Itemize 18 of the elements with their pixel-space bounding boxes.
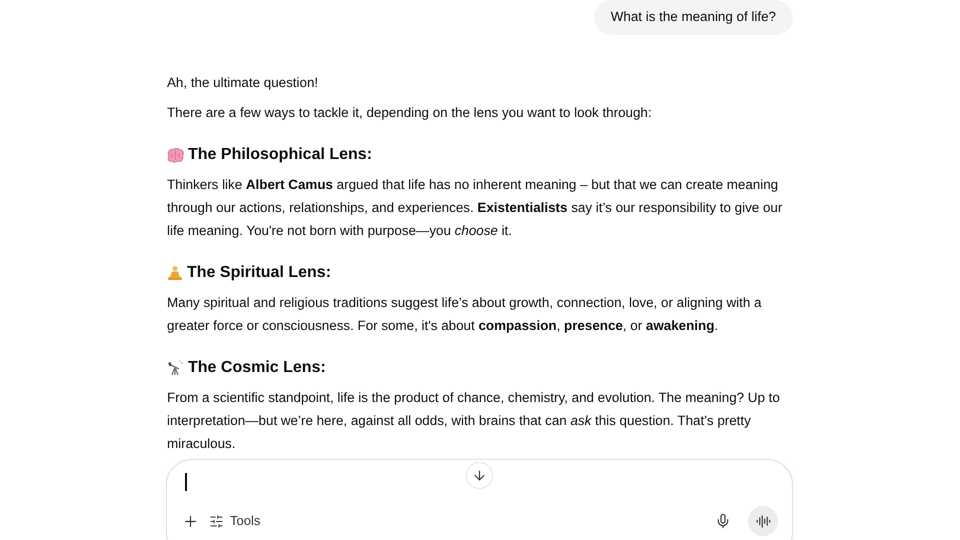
user-message-bubble: What is the meaning of life? xyxy=(594,0,793,35)
meditating-person-icon xyxy=(167,265,183,281)
section-paragraph: From a scientific standpoint, life is the product of chance, chemistry, and evolution. The meaning? Up to interpretation—but we’re here, against all odds, with brains that can ask this question. That’s pretty miraculous. xyxy=(167,389,781,453)
reply-paragraph: Ah, the ultimate question! xyxy=(167,74,320,92)
section-heading: The Spiritual Lens: xyxy=(187,263,332,283)
brain-icon xyxy=(167,148,184,162)
section-heading: The Philosophical Lens: xyxy=(188,145,372,165)
section-paragraph: Thinkers like Albert Camus argued that life has no inherent meaning – but that we can create meaning through our actions, relationships, and experiences. Existentialists say it’s our responsibility to give our life meaning. You're not born with purpose—you choose it. xyxy=(167,176,784,240)
arrow-down-icon xyxy=(472,468,487,483)
section-heading: The Cosmic Lens: xyxy=(188,358,326,378)
section-paragraph: Many spiritual and religious traditions suggest life’s about growth, connection, love, or aligning with a greater force or consciousness. For some, it's about compassion, presence, or awakening. xyxy=(167,294,762,335)
waveform-icon xyxy=(756,514,770,528)
reply-paragraph: There are a few ways to tackle it, depending on the lens you want to look through: xyxy=(167,104,653,122)
telescope-icon xyxy=(167,360,184,376)
voice-mode-button[interactable] xyxy=(748,506,778,536)
sliders-icon xyxy=(209,514,224,528)
microphone-icon xyxy=(715,513,731,529)
tools-button[interactable]: Tools xyxy=(205,508,264,534)
